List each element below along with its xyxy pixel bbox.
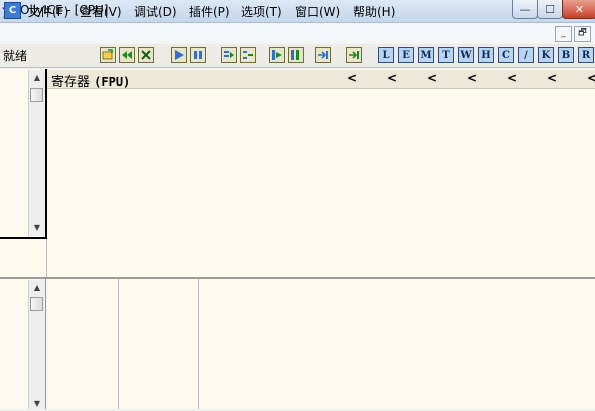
go-to-address-icon[interactable] (346, 47, 362, 63)
patches-window-button[interactable]: / (518, 47, 534, 63)
log-window-button[interactable]: L (378, 47, 394, 63)
disassembly-scroll-thumb[interactable] (30, 88, 43, 102)
cpu-window-icon[interactable]: C (4, 2, 21, 19)
open-icon[interactable] (100, 47, 116, 63)
registers-title: 寄存器 (FPU) (51, 71, 130, 90)
registers-pane[interactable] (47, 69, 595, 277)
references-window-button[interactable]: R (578, 47, 594, 63)
step-over-icon[interactable] (240, 47, 256, 63)
menu-options[interactable]: 选项(T) (241, 3, 282, 20)
close-process-icon[interactable] (138, 47, 154, 63)
menu-help[interactable]: 帮助(H) (353, 3, 395, 20)
step-into-icon[interactable] (221, 47, 237, 63)
menu-file[interactable]: 文件(F) (28, 3, 68, 20)
status-text: 就绪 (3, 49, 28, 63)
minimize-button[interactable]: — (512, 0, 538, 19)
trace-over-icon[interactable] (288, 47, 304, 63)
mdi-restore-button[interactable]: 🗗 (574, 26, 591, 42)
register-scroll-left-icon[interactable]: < (547, 71, 557, 85)
pause-icon[interactable] (190, 47, 206, 63)
run-icon[interactable] (171, 47, 187, 63)
register-scroll-left-icon[interactable]: < (347, 71, 357, 85)
registers-title-label: 寄存器 (51, 75, 91, 90)
menu-view[interactable]: 查看(V) (80, 3, 122, 20)
register-scroll-left-icon[interactable]: < (507, 71, 517, 85)
cpu-window-button[interactable]: C (498, 47, 514, 63)
scroll-down-arrow-icon[interactable]: ▼ (29, 221, 45, 235)
menu-debug[interactable]: 调试(D) (134, 3, 177, 20)
threads-window-button[interactable]: T (438, 47, 454, 63)
info-pane[interactable] (0, 239, 47, 277)
menu-window[interactable]: 窗口(W) (295, 3, 340, 20)
register-scroll-left-icon[interactable]: < (427, 71, 437, 85)
register-scroll-left-icon[interactable]: < (467, 71, 477, 85)
trace-into-icon[interactable] (269, 47, 285, 63)
scroll-up-arrow-icon[interactable]: ▲ (29, 281, 45, 295)
maximize-button[interactable]: ☐ (537, 0, 563, 19)
call-stack-window-button[interactable]: K (538, 47, 554, 63)
dump-address-column[interactable] (47, 279, 119, 409)
mdi-minimize-button[interactable]: _ (555, 26, 572, 42)
windows-window-button[interactable]: W (458, 47, 474, 63)
execute-till-return-icon[interactable] (315, 47, 331, 63)
registers-mode-label: (FPU) (94, 75, 131, 89)
register-scroll-left-icon[interactable]: < (587, 71, 595, 85)
register-scroll-left-icon[interactable]: < (387, 71, 397, 85)
handles-window-button[interactable]: H (478, 47, 494, 63)
stack-scroll-thumb[interactable] (30, 297, 43, 311)
breakpoints-window-button[interactable]: B (558, 47, 574, 63)
modules-window-button[interactable]: E (398, 47, 414, 63)
memory-window-button[interactable]: M (418, 47, 434, 63)
dump-hex-column[interactable] (119, 279, 199, 409)
close-button[interactable]: ✕ (562, 0, 595, 19)
scroll-up-arrow-icon[interactable]: ▲ (29, 71, 45, 85)
dump-ascii-column[interactable] (199, 279, 595, 409)
menu-bar (0, 23, 595, 45)
menu-plugins[interactable]: 插件(P) (189, 3, 230, 20)
restart-icon[interactable] (119, 47, 135, 63)
